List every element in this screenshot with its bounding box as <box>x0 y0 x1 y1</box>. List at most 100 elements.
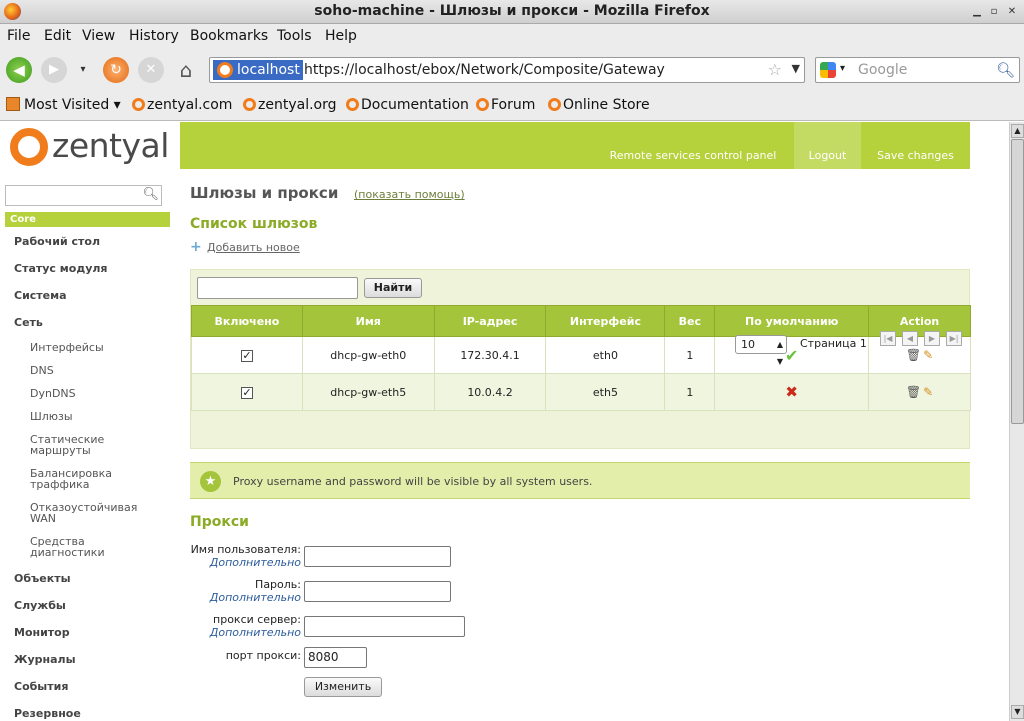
bookmark-forum[interactable]: Forum <box>476 97 535 113</box>
save-changes-link[interactable]: Save changes <box>861 122 970 169</box>
delete-icon[interactable]: 🗑︎ <box>906 348 921 362</box>
sidebar-sub-dyndns[interactable]: DynDNS <box>30 388 170 399</box>
sidebar-item-events[interactable]: События <box>14 680 68 693</box>
bookmark-star-icon[interactable]: ☆ <box>768 60 782 79</box>
sidebar-sub-gateways[interactable]: Шлюзы <box>30 411 170 422</box>
username-label: Имя пользователя: Дополнительно <box>190 543 301 569</box>
scroll-down-icon[interactable]: ▼ <box>1011 705 1024 719</box>
ip-cell: 172.30.4.1 <box>433 336 547 374</box>
address-bar[interactable]: localhost https://localhost/ebox/Network… <box>209 57 805 83</box>
menu-edit[interactable]: Edit <box>44 28 71 44</box>
col-name[interactable]: Имя <box>301 305 435 337</box>
show-help-link[interactable]: (показать помощь) <box>354 188 465 201</box>
minimize-icon[interactable]: ▁ <box>969 4 985 20</box>
col-ip[interactable]: IP-адрес <box>433 305 547 337</box>
delete-icon[interactable]: 🗑︎ <box>906 385 921 399</box>
edit-icon[interactable]: ✎ <box>923 385 933 399</box>
menu-help[interactable]: Help <box>325 28 357 44</box>
reload-icon[interactable]: ↻ <box>103 57 129 83</box>
bookmark-zentyal-org[interactable]: zentyal.org <box>243 97 337 113</box>
sidebar-sub-wan-failover[interactable]: Отказоустойчивая WAN <box>30 502 142 524</box>
proxy-server-label-text: прокси сервер: <box>213 613 301 626</box>
enabled-checkbox[interactable]: ✓ <box>240 349 253 362</box>
menu-tools[interactable]: Tools <box>277 28 312 44</box>
engine-dropdown-icon[interactable]: ▾ <box>840 63 845 74</box>
history-dropdown-icon[interactable]: ▾ <box>75 57 91 83</box>
sidebar-sub-interfaces[interactable]: Интерфейсы <box>30 342 170 353</box>
name-cell: dhcp-gw-eth5 <box>301 373 435 411</box>
proxy-port-field[interactable]: 8080 <box>304 647 367 668</box>
bookmark-label: zentyal.com <box>147 97 233 113</box>
sidebar-item-system[interactable]: Система <box>14 289 67 302</box>
bookmark-label: Documentation <box>361 97 469 113</box>
close-icon[interactable]: ✕ <box>1004 4 1020 20</box>
search-icon[interactable]: 🔍︎ <box>996 61 1015 79</box>
url-text[interactable]: https://localhost/ebox/Network/Composite… <box>304 62 665 78</box>
col-weight[interactable]: Вес <box>664 305 716 337</box>
filter-input[interactable] <box>197 277 358 299</box>
ip-cell: 10.0.4.2 <box>433 373 547 411</box>
search-placeholder[interactable]: Google <box>858 62 907 78</box>
back-icon[interactable]: ◀ <box>6 57 32 83</box>
col-enabled[interactable]: Включено <box>191 305 303 337</box>
bookmark-most-visited[interactable]: Most Visited ▾ <box>6 97 121 113</box>
add-new-link[interactable]: + Добавить новое <box>190 240 300 254</box>
bookmark-documentation[interactable]: Documentation <box>346 97 469 113</box>
search-bar[interactable]: ▾ Google 🔍︎ <box>815 57 1020 83</box>
scrollbar-thumb[interactable] <box>1011 139 1024 424</box>
remote-services-link[interactable]: Remote services control panel <box>592 122 794 169</box>
stop-icon[interactable]: ✕ <box>138 57 164 83</box>
edit-icon[interactable]: ✎ <box>923 348 933 362</box>
change-button[interactable]: Изменить <box>304 677 382 697</box>
proxy-server-field[interactable] <box>304 616 465 637</box>
find-button[interactable]: Найти <box>364 278 422 298</box>
username-field[interactable] <box>304 546 451 567</box>
search-icon[interactable]: 🔍︎ <box>142 187 159 202</box>
weight-cell: 1 <box>664 373 716 411</box>
menu-history[interactable]: History <box>129 28 179 44</box>
sidebar-item-monitor[interactable]: Монитор <box>14 626 70 639</box>
page-indicator: Страница 1 <box>800 337 867 350</box>
menu-bookmarks[interactable]: Bookmarks <box>190 28 268 44</box>
password-field[interactable] <box>304 581 451 602</box>
col-default[interactable]: По умолчанию <box>714 305 870 337</box>
sidebar-item-module-status[interactable]: Статус модуля <box>14 262 108 275</box>
scroll-up-icon[interactable]: ▲ <box>1011 124 1024 138</box>
home-icon[interactable]: ⌂ <box>173 57 199 83</box>
first-page-icon[interactable]: |◀ <box>880 331 896 346</box>
prev-page-icon[interactable]: ◀ <box>902 331 918 346</box>
last-page-icon[interactable]: ▶| <box>946 331 962 346</box>
sidebar-item-dashboard[interactable]: Рабочий стол <box>14 235 100 248</box>
page-size-select[interactable]: 10 ▲ ▼ <box>735 335 787 366</box>
menu-file[interactable]: File <box>7 28 30 44</box>
sidebar-sub-static-routes[interactable]: Статические маршруты <box>30 434 120 456</box>
sidebar-item-backup[interactable]: Резервное <box>14 707 81 720</box>
zentyal-favicon-icon <box>243 98 256 111</box>
cross-icon[interactable]: ✖ <box>785 383 798 401</box>
zentyal-favicon-icon <box>346 98 359 111</box>
password-label: Пароль: Дополнительно <box>190 578 301 604</box>
sidebar-sub-dns[interactable]: DNS <box>30 365 170 376</box>
zentyal-logo[interactable]: zentyal <box>10 126 170 172</box>
col-interface[interactable]: Интерфейс <box>545 305 666 337</box>
menu-bar: File Edit View History Bookmarks Tools H… <box>0 24 1024 49</box>
sidebar-item-network[interactable]: Сеть <box>14 316 43 329</box>
logout-link[interactable]: Logout <box>794 122 861 169</box>
maximize-icon[interactable]: ▫ <box>986 4 1002 20</box>
menu-view[interactable]: View <box>82 28 115 44</box>
bookmark-zentyal-com[interactable]: zentyal.com <box>132 97 232 113</box>
url-dropdown-icon[interactable]: ▼ <box>792 62 800 75</box>
sidebar-search-input[interactable]: 🔍︎ <box>5 185 162 206</box>
next-page-icon[interactable]: ▶ <box>924 331 940 346</box>
sidebar-item-logs[interactable]: Журналы <box>14 653 76 666</box>
sidebar-item-services[interactable]: Службы <box>14 599 66 612</box>
enabled-checkbox[interactable]: ✓ <box>240 386 253 399</box>
google-engine-icon[interactable] <box>820 62 836 78</box>
vertical-scrollbar[interactable]: ▲ ▼ <box>1009 122 1024 721</box>
forward-icon[interactable]: ▶ <box>41 57 67 83</box>
sidebar-item-objects[interactable]: Объекты <box>14 572 71 585</box>
sidebar-sub-load-balancing[interactable]: Балансировка траффика <box>30 468 120 490</box>
sidebar-sub-diagnostics[interactable]: Средства диагностики <box>30 536 120 558</box>
bookmark-online-store[interactable]: Online Store <box>548 97 650 113</box>
site-identity-button[interactable]: localhost <box>213 60 303 80</box>
